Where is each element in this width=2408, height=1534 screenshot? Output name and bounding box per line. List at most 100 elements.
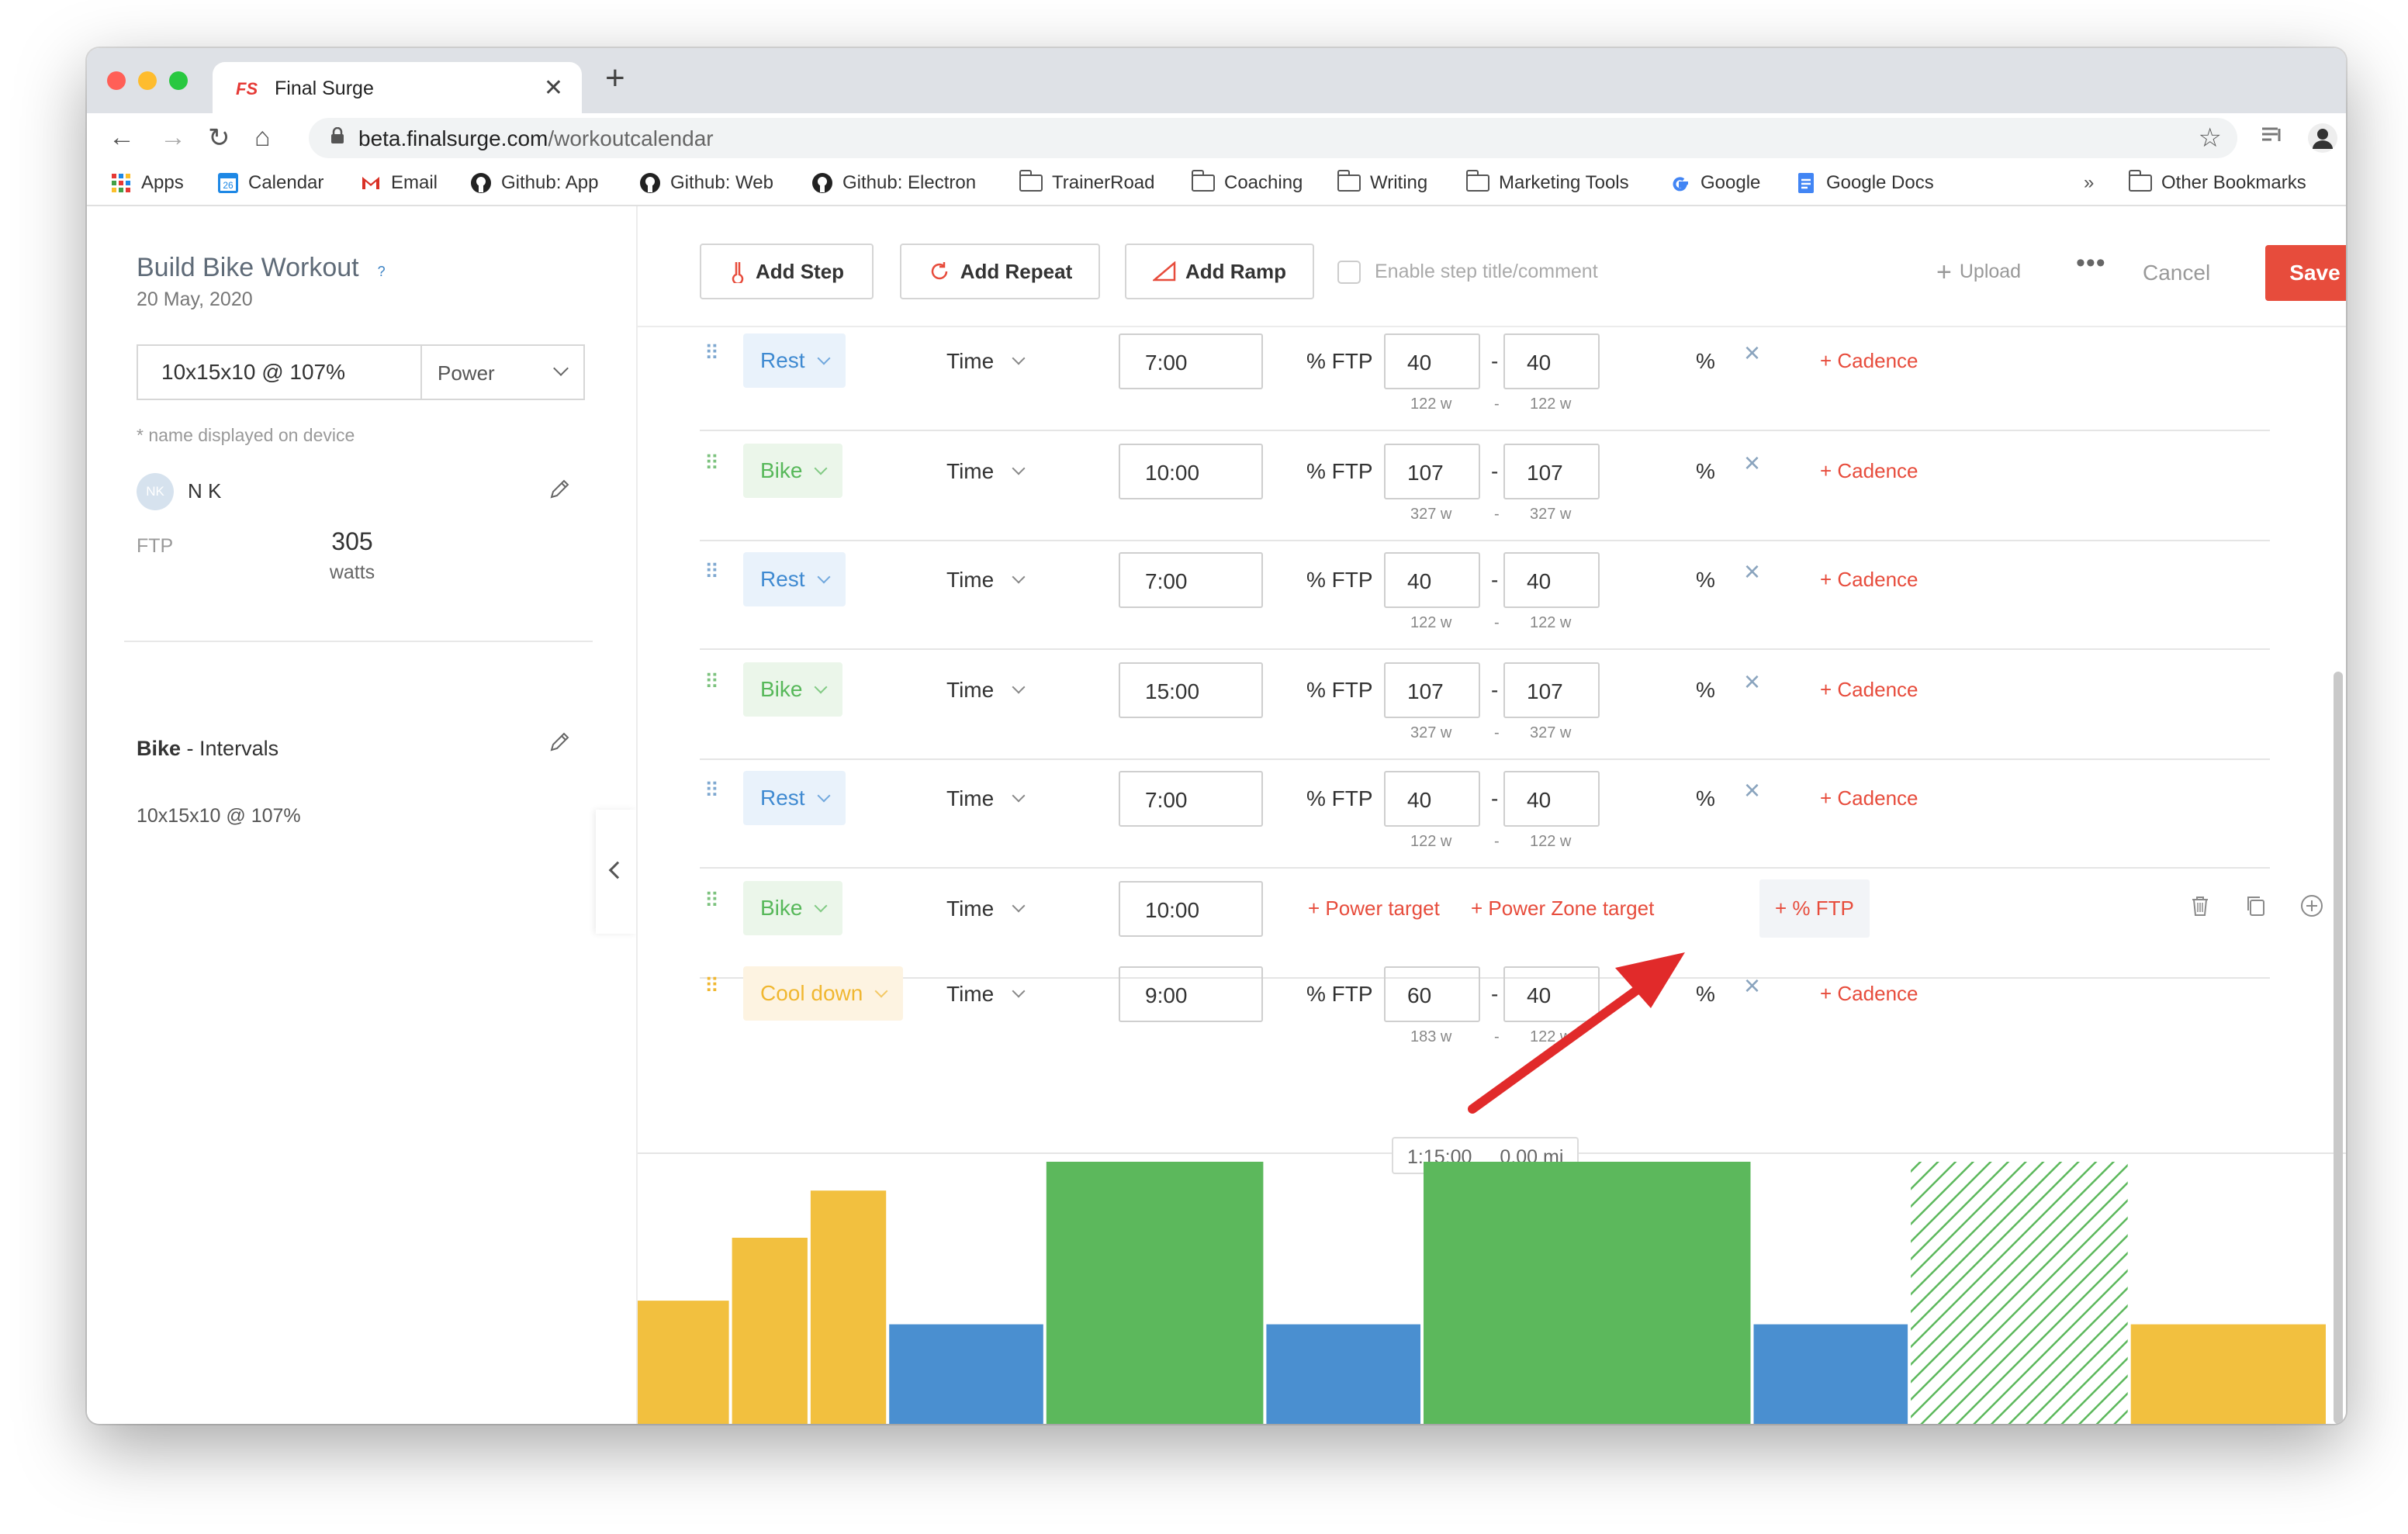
step-type-select[interactable]: Bike — [743, 662, 843, 717]
bookmark-github-electron[interactable]: Github: Electron — [811, 172, 976, 194]
duration-input[interactable]: 7:00 — [1119, 333, 1263, 389]
edit-sport-pencil-icon[interactable] — [548, 731, 571, 754]
drag-handle-icon[interactable]: ⠿ — [704, 890, 719, 910]
drag-handle-icon[interactable]: ⠿ — [704, 453, 719, 473]
zoom-window-button[interactable] — [169, 71, 188, 90]
bookmark-google[interactable]: Google — [1669, 172, 1760, 194]
new-tab-button[interactable]: + — [605, 59, 625, 98]
bookmarks-overflow-button[interactable]: » — [2084, 172, 2094, 194]
step-type-select[interactable]: Rest — [743, 552, 846, 606]
bookmark-calendar[interactable]: 26 Calendar — [217, 172, 323, 194]
add-cadence-link[interactable]: + Cadence — [1820, 982, 1918, 1006]
target-low-input[interactable]: 60 — [1384, 966, 1480, 1022]
drag-handle-icon[interactable]: ⠿ — [704, 780, 719, 800]
enable-title-checkbox[interactable] — [1337, 261, 1361, 284]
target-low-input[interactable]: 40 — [1384, 333, 1480, 389]
target-high-input[interactable]: 107 — [1503, 662, 1600, 718]
address-bar[interactable]: beta.finalsurge.com/workoutcalendar ☆ — [309, 118, 2237, 158]
add-cadence-link[interactable]: + Cadence — [1820, 678, 1918, 702]
target-type-select[interactable]: Power — [420, 344, 585, 400]
collapse-panel-button[interactable] — [596, 810, 636, 934]
remove-target-icon[interactable]: × — [1744, 555, 1760, 588]
remove-target-icon[interactable]: × — [1744, 337, 1760, 369]
target-low-input[interactable]: 107 — [1384, 662, 1480, 718]
add-cadence-link[interactable]: + Cadence — [1820, 568, 1918, 592]
duration-type-select[interactable]: Time — [946, 678, 1026, 703]
cancel-button[interactable]: Cancel — [2143, 261, 2210, 285]
delete-trash-icon[interactable] — [2188, 893, 2213, 918]
add-pct-ftp-target-link[interactable]: + % FTP — [1759, 879, 1870, 938]
target-high-input[interactable]: 40 — [1503, 552, 1600, 608]
duration-input[interactable]: 7:00 — [1119, 771, 1263, 827]
add-ramp-button[interactable]: Add Ramp — [1125, 244, 1314, 299]
duration-type-select[interactable]: Time — [946, 349, 1026, 374]
target-low-input[interactable]: 40 — [1384, 552, 1480, 608]
step-type-select[interactable]: Rest — [743, 771, 846, 825]
back-arrow-icon[interactable]: ← — [109, 123, 135, 153]
bookmark-star-icon[interactable]: ☆ — [2199, 123, 2222, 154]
bookmark-coaching[interactable]: Coaching — [1191, 170, 1303, 194]
bookmark-google-docs[interactable]: Google Docs — [1795, 172, 1934, 194]
duration-type-select[interactable]: Time — [946, 568, 1026, 593]
add-power-target-link[interactable]: + Power target — [1308, 897, 1440, 921]
duration-input[interactable]: 10:00 — [1119, 444, 1263, 499]
step-type-select[interactable]: Bike — [743, 881, 843, 935]
add-cadence-link[interactable]: + Cadence — [1820, 786, 1918, 810]
duration-type-select[interactable]: Time — [946, 459, 1026, 484]
home-icon[interactable]: ⌂ — [254, 123, 271, 153]
vertical-scrollbar[interactable] — [2334, 672, 2343, 1424]
bookmark-github-app[interactable]: Github: App — [470, 172, 598, 194]
target-high-input[interactable]: 40 — [1503, 771, 1600, 827]
step-type-select[interactable]: Rest — [743, 333, 846, 388]
step-type-select[interactable]: Bike — [743, 444, 843, 498]
target-low-input[interactable]: 40 — [1384, 771, 1480, 827]
duration-input[interactable]: 15:00 — [1119, 662, 1263, 718]
minimize-window-button[interactable] — [138, 71, 157, 90]
edit-athlete-pencil-icon[interactable] — [548, 478, 571, 501]
remove-target-icon[interactable]: × — [1744, 447, 1760, 479]
drag-handle-icon[interactable]: ⠿ — [704, 672, 719, 692]
remove-target-icon[interactable]: × — [1744, 969, 1760, 1002]
target-low-input[interactable]: 107 — [1384, 444, 1480, 499]
target-high-input[interactable]: 107 — [1503, 444, 1600, 499]
drag-handle-icon[interactable]: ⠿ — [704, 561, 719, 582]
add-circle-icon[interactable] — [2299, 893, 2324, 918]
media-queue-icon[interactable] — [2259, 123, 2285, 149]
bookmark-marketing-tools[interactable]: Marketing Tools — [1465, 170, 1629, 194]
profile-avatar-icon[interactable] — [2307, 123, 2338, 154]
bookmark-other-bookmarks[interactable]: Other Bookmarks — [2128, 170, 2306, 194]
add-repeat-button[interactable]: Add Repeat — [900, 244, 1100, 299]
target-high-input[interactable]: 40 — [1503, 333, 1600, 389]
bookmark-email[interactable]: Email — [360, 172, 438, 194]
remove-target-icon[interactable]: × — [1744, 774, 1760, 807]
help-icon[interactable]: ? — [372, 261, 392, 282]
close-window-button[interactable] — [107, 71, 126, 90]
add-step-button[interactable]: Add Step — [700, 244, 874, 299]
upload-button[interactable]: + Upload — [1936, 257, 2021, 288]
duration-type-select[interactable]: Time — [946, 897, 1026, 921]
more-options-icon[interactable]: ••• — [2076, 248, 2106, 278]
add-cadence-link[interactable]: + Cadence — [1820, 459, 1918, 483]
drag-handle-icon[interactable]: ⠿ — [704, 343, 719, 363]
target-high-input[interactable]: 40 — [1503, 966, 1600, 1022]
bookmark-github-web[interactable]: Github: Web — [639, 172, 773, 194]
drag-handle-icon[interactable]: ⠿ — [704, 976, 719, 996]
browser-tab[interactable]: FS Final Surge ✕ — [213, 62, 582, 113]
add-cadence-link[interactable]: + Cadence — [1820, 349, 1918, 373]
duration-type-select[interactable]: Time — [946, 982, 1026, 1007]
duration-input[interactable]: 9:00 — [1119, 966, 1263, 1022]
close-tab-icon[interactable]: ✕ — [544, 74, 563, 102]
add-power-zone-target-link[interactable]: + Power Zone target — [1471, 897, 1654, 921]
bookmark-apps[interactable]: Apps — [110, 172, 184, 194]
duration-input[interactable]: 10:00 — [1119, 881, 1263, 937]
forward-arrow-icon[interactable]: → — [160, 123, 186, 153]
remove-target-icon[interactable]: × — [1744, 665, 1760, 698]
bookmark-writing[interactable]: Writing — [1337, 170, 1427, 194]
workout-name-input[interactable]: 10x15x10 @ 107% — [137, 344, 420, 400]
duration-input[interactable]: 7:00 — [1119, 552, 1263, 608]
duplicate-copy-icon[interactable] — [2244, 893, 2268, 918]
step-type-select[interactable]: Cool down — [743, 966, 904, 1021]
save-button[interactable]: Save — [2265, 245, 2346, 301]
bookmark-trainerroad[interactable]: TrainerRoad — [1019, 170, 1155, 194]
reload-icon[interactable]: ↻ — [208, 123, 230, 154]
